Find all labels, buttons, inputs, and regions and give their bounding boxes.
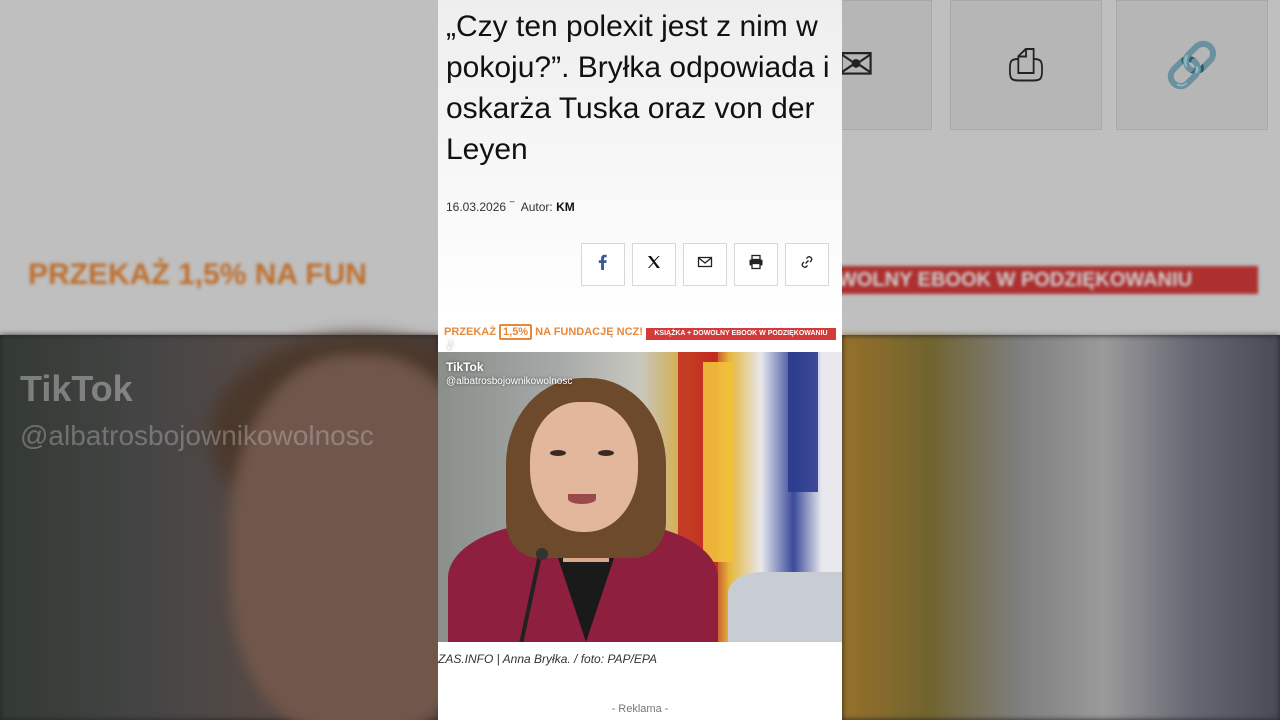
article-meta: 16.03.2026 ‾ Autor: KM — [446, 200, 575, 214]
share-bar — [581, 243, 829, 286]
share-facebook-button[interactable] — [581, 243, 625, 286]
tiktok-watermark: ♪ TikTok @albatrosbojownikowolnosc — [446, 336, 572, 387]
photo-flag-blue — [788, 352, 818, 492]
article-photo — [438, 352, 842, 642]
facebook-icon — [595, 254, 611, 275]
x-icon — [646, 254, 662, 275]
author-prefix: Autor: — [520, 200, 553, 214]
photo-face — [530, 402, 638, 532]
envelope-icon — [697, 254, 713, 275]
article-panel: „Czy ten polexit jest z nim w pokoju?”. … — [438, 0, 842, 720]
printer-icon — [748, 254, 764, 275]
photo-eye-left — [550, 450, 566, 456]
tiktok-icon: ♪ — [446, 336, 454, 353]
share-x-button[interactable] — [632, 243, 676, 286]
ad-label: - Reklama - — [611, 703, 669, 715]
tiktok-name: TikTok — [446, 360, 484, 374]
article-date: 16.03.2026 — [446, 200, 507, 214]
tiktok-handle: @albatrosbojownikowolnosc — [446, 376, 573, 387]
photo-seat — [728, 572, 842, 642]
share-print-button[interactable] — [734, 243, 778, 286]
share-email-button[interactable] — [683, 243, 727, 286]
photo-microphone-head — [536, 548, 548, 560]
article-author[interactable]: KM — [556, 200, 575, 214]
link-icon — [799, 254, 815, 275]
ad-banner-right: KSIĄŻKA + DOWOLNY EBOOK W PODZIĘKOWANIU — [646, 328, 836, 340]
photo-mouth — [568, 494, 596, 504]
share-link-button[interactable] — [785, 243, 829, 286]
photo-eye-right — [598, 450, 614, 456]
article-headline: „Czy ten polexit jest z nim w pokoju?”. … — [446, 10, 830, 166]
photo-caption: ZAS.INFO | Anna Bryłka. / foto: PAP/EPA — [438, 652, 657, 666]
meta-separator: ‾ — [510, 200, 515, 214]
photo-flag-yellow — [703, 362, 733, 562]
